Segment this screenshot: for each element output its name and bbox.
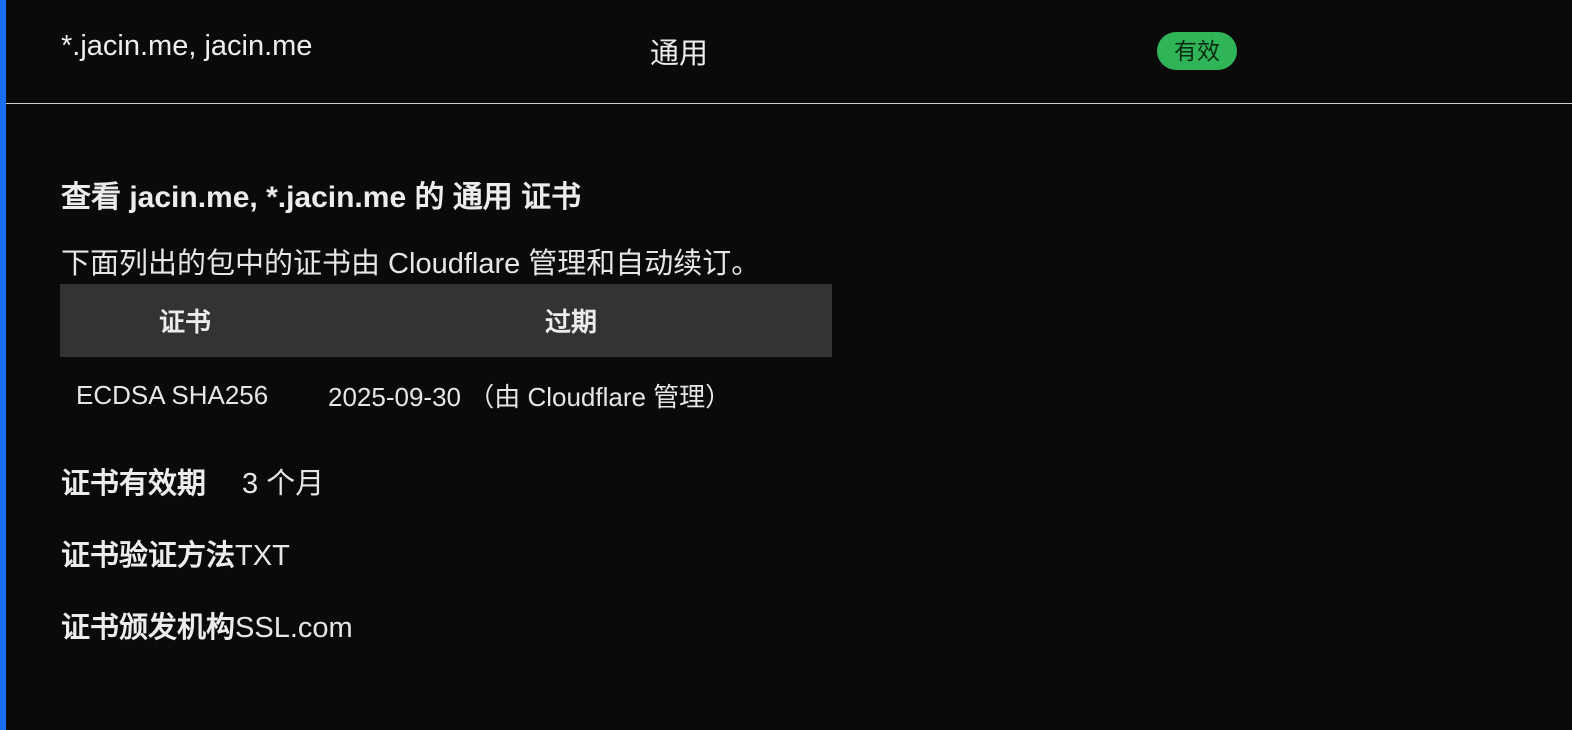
validation-method-value: TXT [235, 540, 290, 572]
cell-certificate: ECDSA SHA256 [76, 379, 269, 410]
cell-expiry: 2025-09-30 （由 Cloudflare 管理） [328, 381, 732, 412]
certificate-type: 通用 [650, 38, 709, 70]
column-header-certificate: 证书 [158, 307, 211, 337]
validation-method-label: 证书验证方法 [61, 540, 236, 572]
issuer-label: 证书颁发机构 [61, 612, 236, 644]
column-header-expiry: 过期 [544, 307, 597, 337]
table-header-row: 证书 过期 [60, 284, 832, 357]
certificate-page: *.jacin.me, jacin.me 通用 有效 查看 jacin.me, … [0, 0, 1572, 730]
issuer-field: 证书颁发机构SSL.com [61, 604, 353, 646]
selection-accent-bar [0, 0, 6, 730]
status-badge: 有效 [1157, 32, 1237, 70]
validation-method-field: 证书验证方法TXT [61, 532, 290, 574]
validity-value: 3 个月 [242, 468, 325, 500]
detail-title: 查看 jacin.me, *.jacin.me 的 通用 证书 [61, 181, 582, 214]
validity-field: 证书有效期 3 个月 [61, 460, 324, 502]
table-row: ECDSA SHA256 2025-09-30 （由 Cloudflare 管理… [60, 357, 832, 433]
certificate-summary-row[interactable]: *.jacin.me, jacin.me 通用 有效 [6, 0, 1572, 104]
validity-label: 证书有效期 [61, 468, 207, 500]
hostnames: *.jacin.me, jacin.me [61, 30, 313, 62]
detail-description: 下面列出的包中的证书由 Cloudflare 管理和自动续订。 [61, 248, 761, 280]
issuer-value: SSL.com [235, 612, 353, 644]
certificate-table: 证书 过期 ECDSA SHA256 2025-09-30 （由 Cloudfl… [60, 284, 832, 433]
